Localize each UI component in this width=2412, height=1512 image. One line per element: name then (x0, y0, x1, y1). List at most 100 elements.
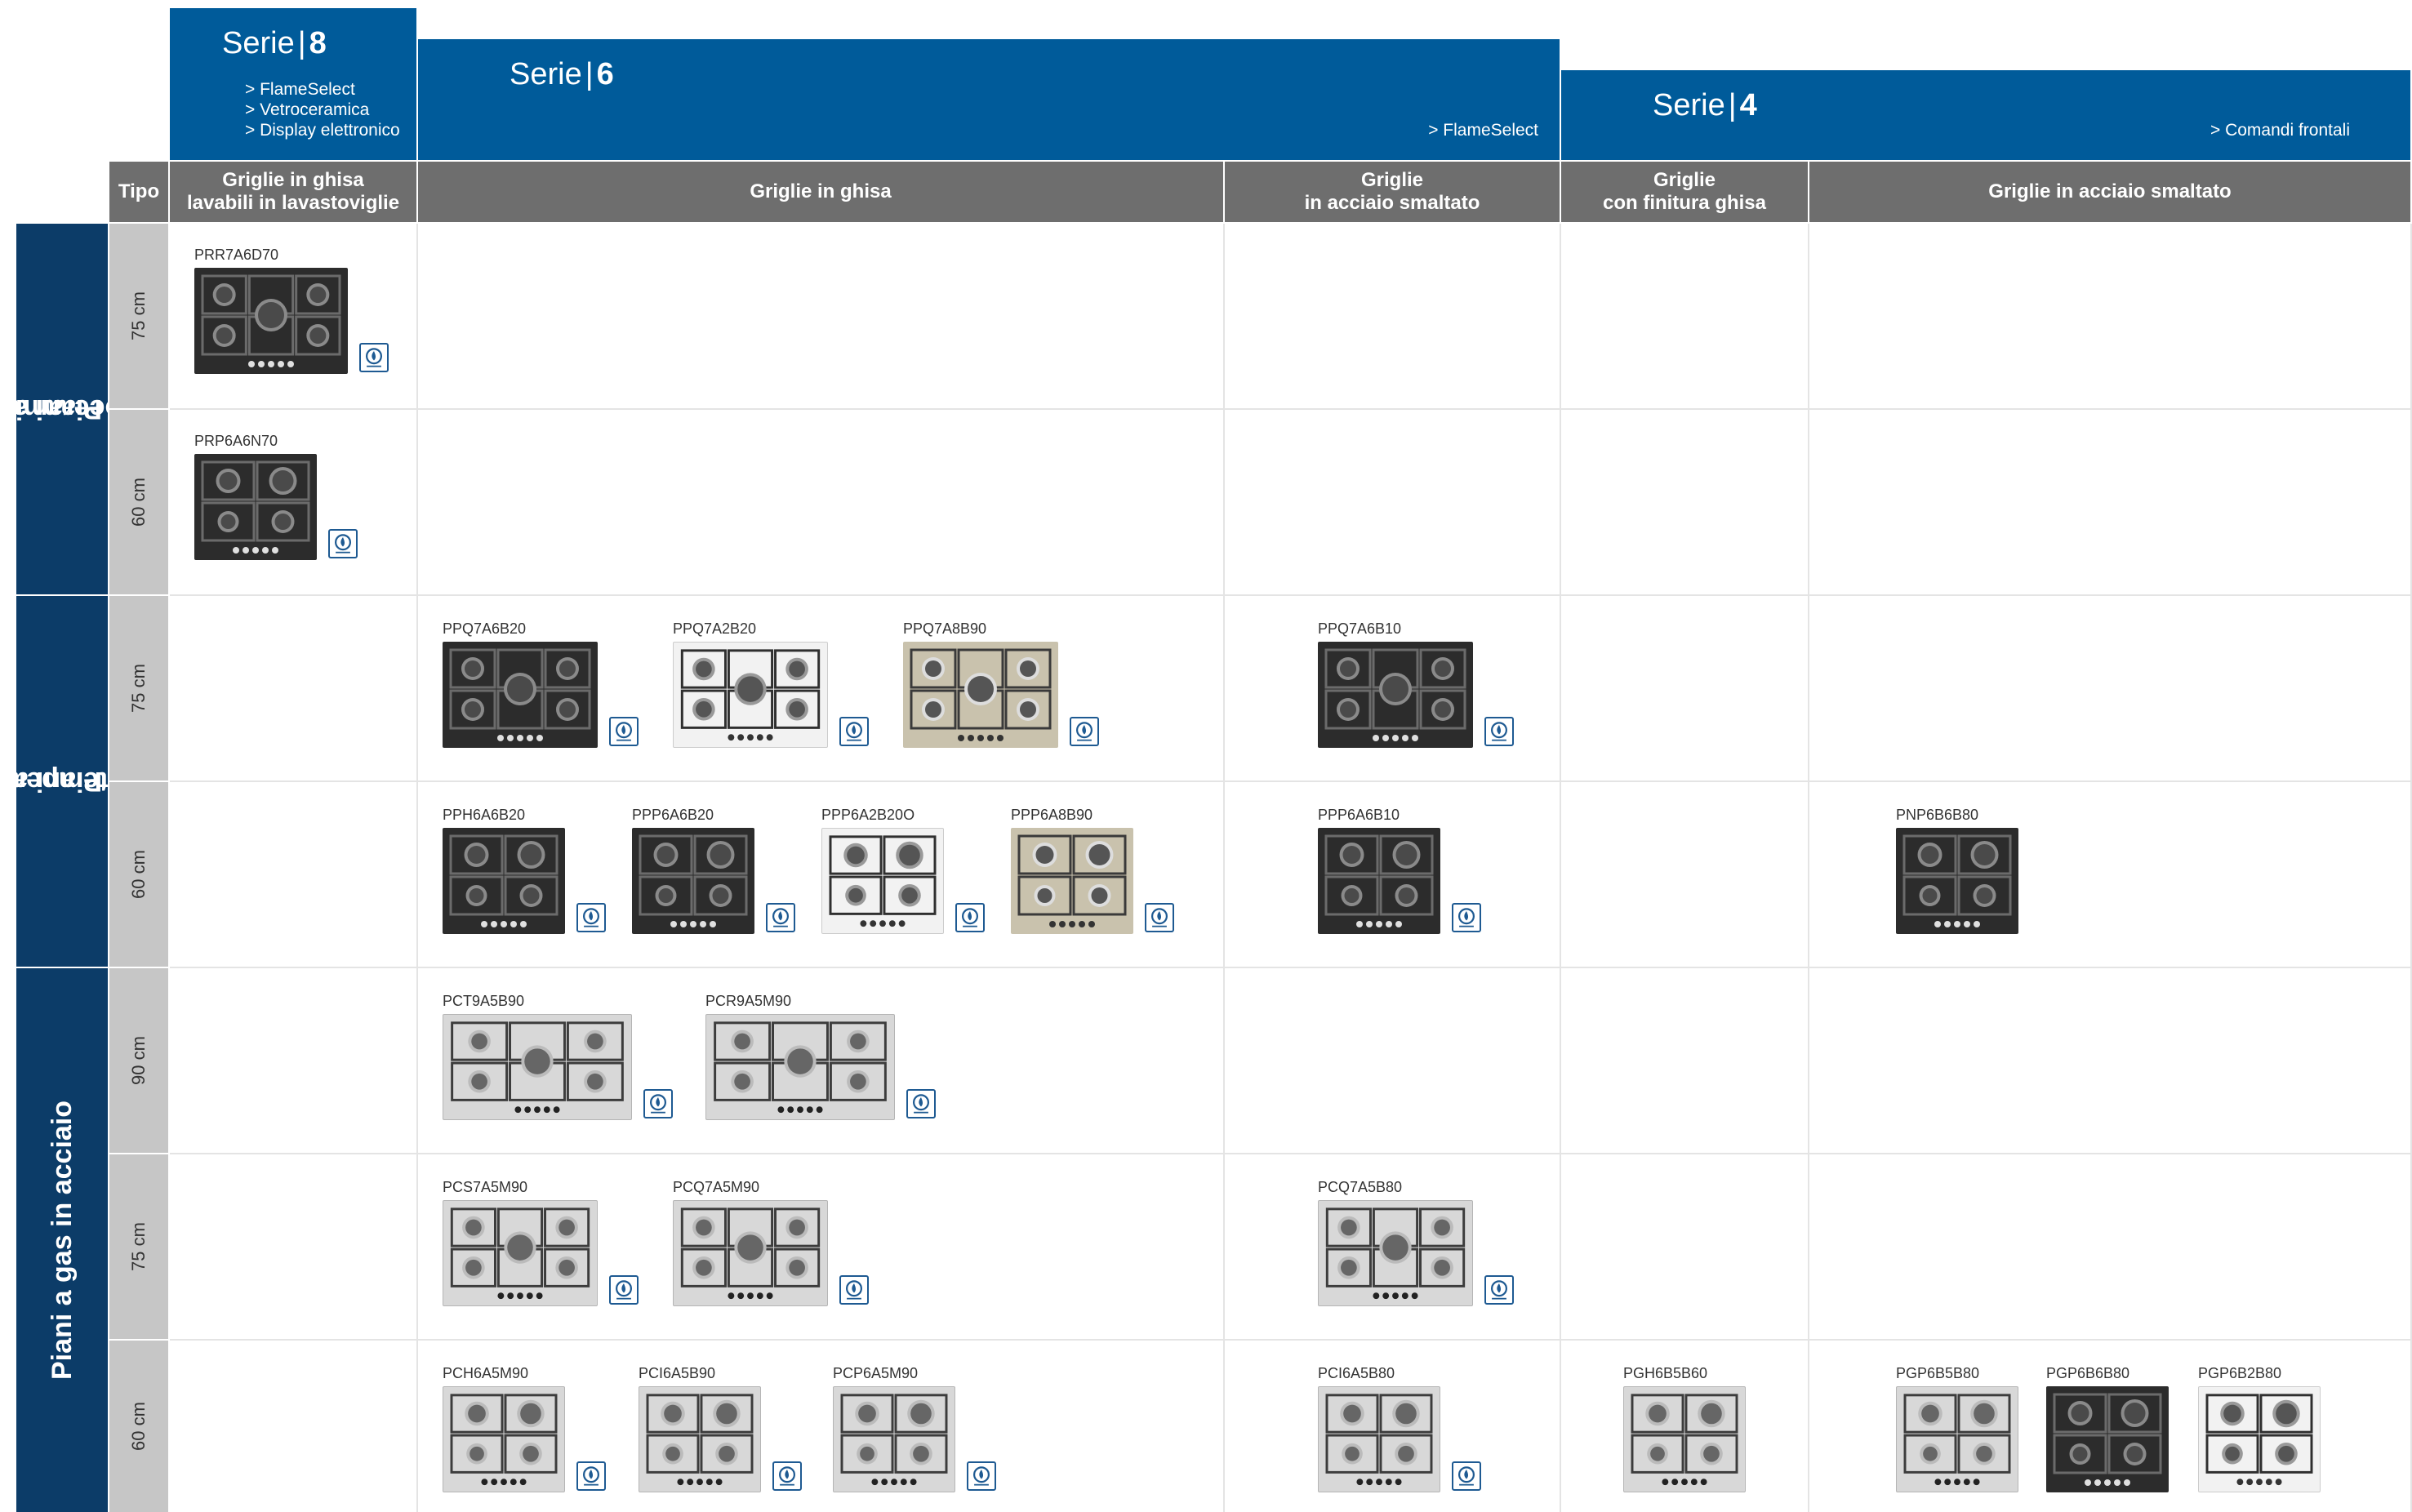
column-header-line: con finitura ghisa (1602, 192, 1766, 214)
flameselect-badge-icon (1452, 1461, 1481, 1491)
grid-line (416, 224, 418, 1512)
hob-image-icon (194, 454, 317, 560)
feature-vetroceramica: > Vetroceramica (245, 100, 370, 119)
serie-8-header: Serie | 8 > FlameSelect > Vetroceramica > … (170, 8, 416, 160)
product-code: PRP6A6N70 (194, 433, 278, 449)
flameselect-badge-icon (766, 903, 795, 932)
product-card: PPQ7A8B90 (903, 620, 1107, 751)
serie-6-number: 6 (596, 57, 614, 91)
flameselect-badge-icon (1145, 903, 1174, 932)
category-line: Piani a gas in acciaio (47, 1100, 78, 1381)
size-cell: 75 cm (109, 224, 168, 408)
hob-image-icon (1011, 828, 1133, 934)
grid-line (170, 780, 2410, 782)
product-code: PGP6B2B80 (2198, 1365, 2282, 1381)
flameselect-badge-icon (328, 529, 358, 558)
hob-image-icon (1896, 828, 2018, 934)
feature-flameselect: > FlameSelect (245, 80, 355, 99)
serie-4-number: 4 (1739, 88, 1757, 122)
hob-image-icon (833, 1386, 955, 1492)
category-vetro-temperato: Piani a gasin vetro temperato (0, 596, 216, 967)
tipo-label: Tipo (118, 180, 160, 202)
hob-image-icon (1623, 1386, 1746, 1492)
product-card: PCS7A5M90 (443, 1179, 647, 1310)
grid-line (1560, 224, 1561, 1512)
product-code: PPH6A6B20 (443, 807, 526, 823)
product-code: PCQ7A5M90 (673, 1179, 760, 1195)
serie-4-feature: > Comandi frontali (2210, 121, 2350, 140)
product-card: PPP6A6B10 (1318, 807, 1489, 937)
product-code: PCR9A5M90 (705, 993, 792, 1009)
product-code: PPP6A2B20O (821, 807, 915, 823)
size-label: 90 cm (127, 1036, 149, 1085)
product-code: PCP6A5M90 (833, 1365, 919, 1381)
product-card: PCT9A5B90 (443, 993, 681, 1123)
product-card: PPP6A6B20 (632, 807, 803, 937)
product-code: PPQ7A8B90 (903, 620, 987, 637)
serie-4-title: Serie | 4 (1653, 88, 1757, 122)
product-code: PGP6B5B80 (1896, 1365, 1980, 1381)
product-card: PRR7A6D70 (194, 247, 397, 377)
flameselect-badge-icon (643, 1089, 673, 1118)
size-label: 60 cm (127, 478, 149, 527)
serie-6-title: Serie | 6 (510, 57, 614, 91)
hob-image-icon (639, 1386, 761, 1492)
flameselect-badge-icon (839, 717, 869, 746)
flameselect-badge-icon (576, 903, 606, 932)
size-cell: 60 cm (109, 410, 168, 594)
product-code: PPP6A6B10 (1318, 807, 1400, 823)
grid-line (170, 408, 2410, 410)
flameselect-badge-icon (609, 717, 639, 746)
product-card: PCH6A5M90 (443, 1365, 614, 1496)
size-label: 75 cm (127, 1222, 149, 1271)
flameselect-badge-icon (359, 343, 389, 372)
product-code: PCS7A5M90 (443, 1179, 528, 1195)
product-card: PCI6A5B80 (1318, 1365, 1489, 1496)
serie-4-label: Serie (1653, 88, 1725, 122)
hob-image-icon (443, 1014, 632, 1120)
product-code: PGH6B5B60 (1623, 1365, 1708, 1381)
column-header-finitura-ghisa: Griglie con finitura ghisa (1561, 162, 1808, 222)
size-label: 60 cm (127, 1402, 149, 1451)
product-code: PPP6A6B20 (632, 807, 714, 823)
flameselect-badge-icon (906, 1089, 936, 1118)
hob-image-icon (821, 828, 944, 934)
product-card: PPQ7A6B20 (443, 620, 647, 751)
size-cell: 60 cm (109, 1341, 168, 1512)
flameselect-badge-icon (1452, 903, 1481, 932)
product-code: PPQ7A6B10 (1318, 620, 1402, 637)
product-code: PCI6A5B90 (639, 1365, 716, 1381)
hob-image-icon (194, 268, 348, 374)
column-header-ghisa-lavabili: Griglie in ghisa lavabili in lavastovigli… (170, 162, 416, 222)
column-header-line: Griglie (1653, 169, 1716, 191)
product-card: PPQ7A6B10 (1318, 620, 1522, 751)
column-header-line: Griglie (1360, 169, 1424, 191)
product-code: PRR7A6D70 (194, 247, 279, 263)
hob-image-icon (443, 1200, 598, 1306)
product-card: PGH6B5B60 (1623, 1365, 1795, 1496)
hob-image-icon (2198, 1386, 2321, 1492)
flameselect-badge-icon (839, 1275, 869, 1305)
size-label: 60 cm (127, 850, 149, 899)
product-code: PPQ7A6B20 (443, 620, 527, 637)
product-card: PPH6A6B20 (443, 807, 614, 937)
category-vetroceramica: Piani a gasin vetroceramica (0, 224, 205, 594)
hob-image-icon (1318, 642, 1473, 748)
product-card: PCQ7A5M90 (673, 1179, 877, 1310)
product-card: PCP6A5M90 (833, 1365, 1004, 1496)
column-header-line: Griglie in ghisa (222, 169, 364, 191)
product-card: PGP6B5B80 (1896, 1365, 2067, 1496)
product-code: PCH6A5M90 (443, 1365, 529, 1381)
size-cell: 75 cm (109, 596, 168, 780)
grid-line (170, 967, 2410, 968)
hob-image-icon (705, 1014, 895, 1120)
grid-line (1808, 224, 1809, 1512)
column-header-ghisa: Griglie in ghisa (418, 162, 1223, 222)
hob-image-icon (673, 1200, 828, 1306)
product-card: PPP6A8B90 (1011, 807, 1182, 937)
flameselect-badge-icon (1070, 717, 1099, 746)
product-code: PPP6A8B90 (1011, 807, 1093, 823)
product-card: PRP6A6N70 (194, 433, 366, 563)
product-card: PCI6A5B90 (639, 1365, 810, 1496)
product-code: PCT9A5B90 (443, 993, 525, 1009)
